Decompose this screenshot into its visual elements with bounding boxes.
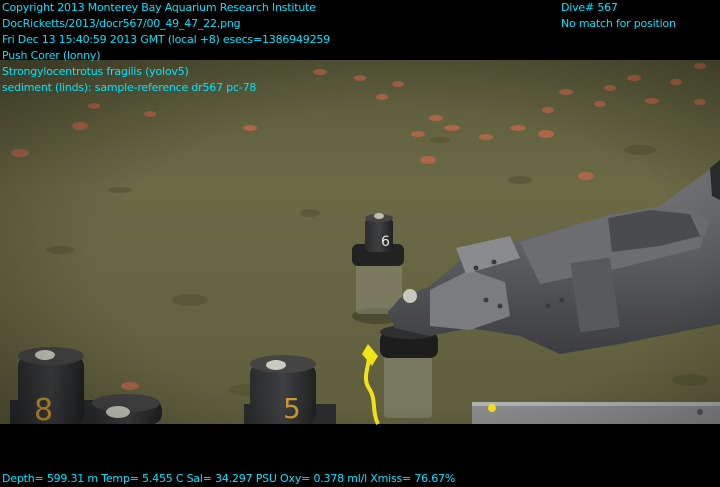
species-annotation-line: Strongylocentrotus fragilis (yolov5) xyxy=(2,65,189,78)
metadata-overlay-right: Dive# 567 No match for position xyxy=(561,0,676,32)
sensor-readout-line: Depth= 599.31 m Temp= 5.455 C Sal= 34.29… xyxy=(2,472,456,485)
position-status-line: No match for position xyxy=(561,17,676,30)
tool-annotation-line: Push Corer (lonny) xyxy=(2,49,101,62)
dive-number-line: Dive# 567 xyxy=(561,1,618,14)
metadata-overlay-left: Copyright 2013 Monterey Bay Aquarium Res… xyxy=(2,0,330,96)
copyright-line: Copyright 2013 Monterey Bay Aquarium Res… xyxy=(2,1,316,14)
video-frame: 6 xyxy=(0,0,720,486)
sample-annotation-line: sediment (linds): sample-reference dr567… xyxy=(2,81,257,94)
light-vignette xyxy=(0,60,720,424)
timestamp-line: Fri Dec 13 15:40:59 2013 GMT (local +8) … xyxy=(2,33,330,46)
image-path-line: DocRicketts/2013/docr567/00_49_47_22.png xyxy=(2,17,241,30)
